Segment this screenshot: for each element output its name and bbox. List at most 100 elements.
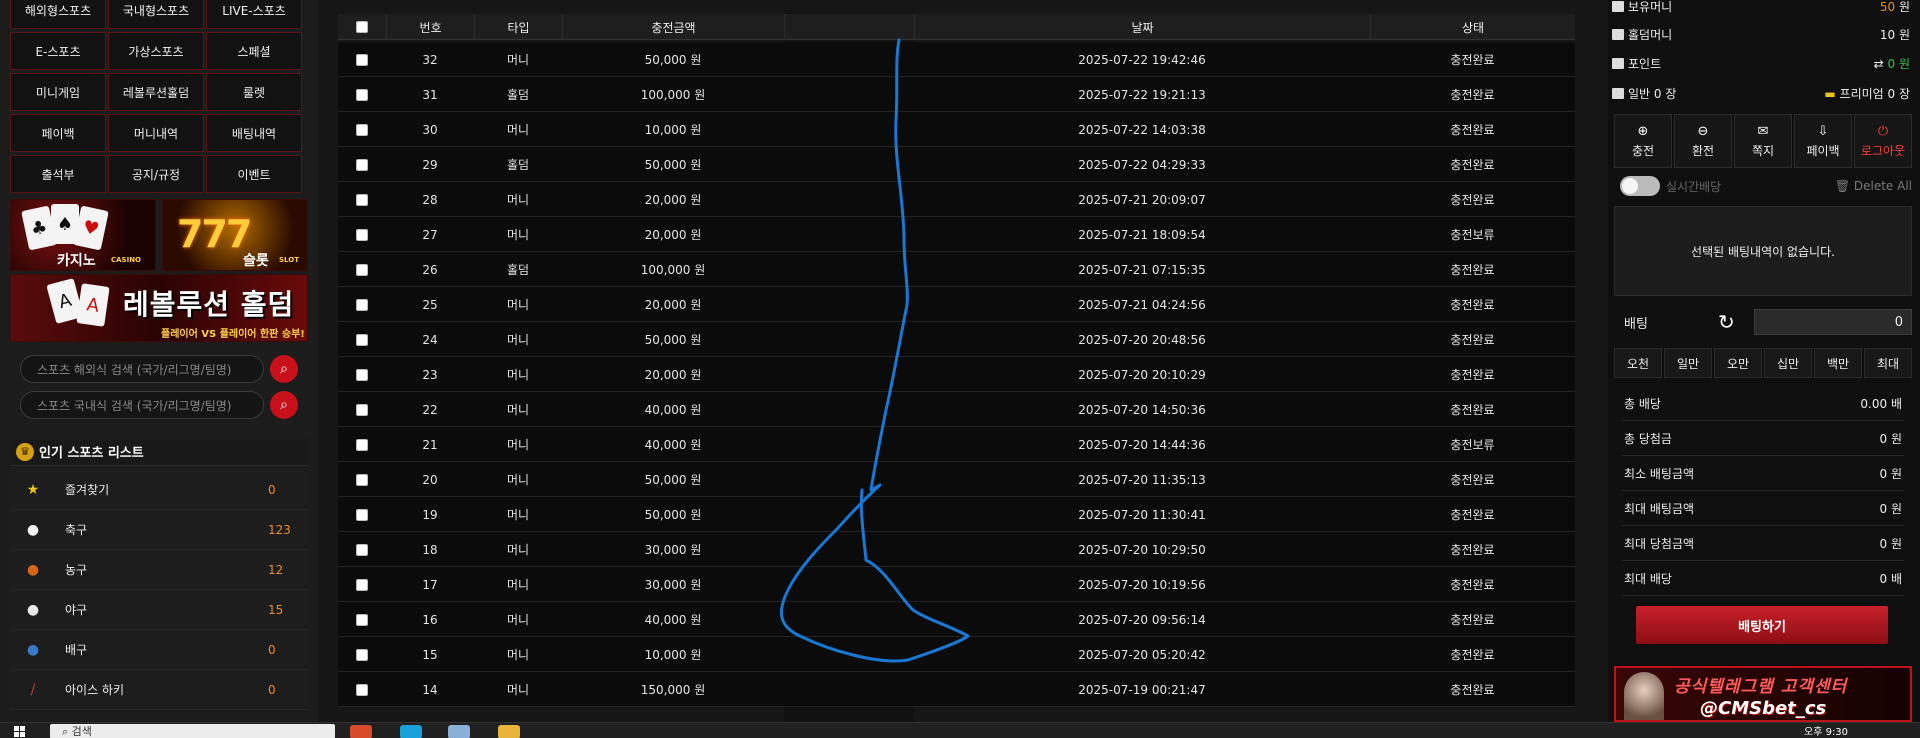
ticket-normal: 일반 0 장 [1628,86,1677,101]
menu-button[interactable]: 미니게임 [10,73,106,111]
customer-service-banner[interactable]: 공식텔레그램 고객센터 @CMSbet_cs [1614,666,1912,722]
money-unit: 원 [1898,0,1910,14]
menu-button[interactable]: 출석부 [10,155,106,193]
overseas-search-input[interactable]: 스포츠 해외식 검색 (국가/리그명/팀명) [20,355,264,383]
action-button[interactable]: ⏻ 로그아웃 [1854,114,1912,168]
holdem-money-value: 10 원 [1879,27,1910,42]
menu-button[interactable]: 머니내역 [108,114,204,152]
row-checkbox[interactable] [356,263,368,276]
select-cell [338,392,386,427]
place-bet-button[interactable]: 배팅하기 [1636,606,1888,644]
sport-item[interactable]: ● 배구 0 [10,630,308,670]
holdem-banner[interactable]: A A 레볼루션 홀덤 플레이어 VS 플레이어 한판 승부! [10,274,308,342]
menu-button[interactable]: 배팅내역 [206,114,302,152]
action-button[interactable]: ⇩ 페이백 [1794,114,1852,168]
menu-button[interactable]: E-스포츠 [10,32,106,70]
cell-date: 2025-07-20 09:56:14 [1078,612,1206,627]
slot-banner[interactable]: 777 슬롯 SLOT [162,199,308,271]
row-checkbox[interactable] [356,473,368,486]
sport-item[interactable]: ● 야구 15 [10,590,308,630]
menu-button[interactable]: LIVE-스포츠 [206,0,302,29]
row-checkbox[interactable] [356,53,368,66]
row-checkbox[interactable] [356,123,368,136]
search-icon[interactable]: ⌕ [270,355,298,383]
point-value: 0 원 [1887,56,1911,71]
row-checkbox[interactable] [356,438,368,451]
realtime-odds-label: 실시간배당 [1666,179,1722,194]
quick-amount-button[interactable]: 오천 [1614,348,1662,378]
sport-item[interactable]: / 아이스 하키 0 [10,670,308,710]
edge-icon[interactable] [400,725,422,738]
cell-date: 2025-07-20 14:44:36 [1078,437,1206,452]
point-value-wrap[interactable]: ⇄ 0 원 [1874,55,1910,72]
realtime-odds-row: 실시간배당 🗑 Delete All [1620,176,1912,196]
cell-status: 충전완료 [1450,613,1495,627]
ticket-premium-wrap: ▬ 프리미엄 0 장 [1824,85,1910,102]
sport-name: 즐겨찾기 [65,483,110,497]
action-button[interactable]: ⊖ 환전 [1674,114,1732,168]
row-checkbox[interactable] [356,508,368,521]
quick-amount-button[interactable]: 최대 [1864,348,1912,378]
realtime-odds-toggle[interactable] [1620,176,1660,196]
bet-amount-input[interactable]: 0 [1754,309,1912,335]
cell-status: 충전완료 [1450,648,1495,662]
cell-no: 18 [422,542,438,557]
withdraw-icon: ⊖ [1697,123,1709,139]
sport-item[interactable]: ● 축구 123 [10,510,308,550]
slot-subtitle: SLOT [279,256,299,264]
row-checkbox[interactable] [356,543,368,556]
sport-item[interactable]: ★ 즐겨찾기 0 [10,470,308,510]
select-all-checkbox[interactable] [356,21,368,33]
select-cell [338,322,386,357]
menu-button[interactable]: 스페셜 [206,32,302,70]
deposit-icon: ⊕ [1637,123,1649,139]
menu-button[interactable]: 국내형스포츠 [108,0,204,29]
taskbar-search[interactable]: ⌕ 검색 [50,724,335,738]
menu-button[interactable]: 공지/규정 [108,155,204,193]
row-checkbox[interactable] [356,683,368,696]
app-icon[interactable] [448,725,470,738]
row-checkbox[interactable] [356,368,368,381]
quick-amount-button[interactable]: 백만 [1814,348,1862,378]
select-cell [338,77,386,112]
delete-all-button[interactable]: 🗑 Delete All [1835,179,1912,193]
quick-amount-button[interactable]: 오만 [1714,348,1762,378]
cell-amount: 20,000 원 [644,368,702,382]
domestic-search-input[interactable]: 스포츠 국내식 검색 (국가/리그명/팀명) [20,391,264,419]
row-checkbox[interactable] [356,193,368,206]
row-checkbox[interactable] [356,648,368,661]
menu-button[interactable]: 가상스포츠 [108,32,204,70]
menu-button[interactable]: 이벤트 [206,155,302,193]
row-checkbox[interactable] [356,228,368,241]
row-checkbox[interactable] [356,158,368,171]
menu-button[interactable]: 페이백 [10,114,106,152]
menu-button[interactable]: 해외형스포츠 [10,0,106,29]
page-root: 해외형스포츠 국내형스포츠 LIVE-스포츠 E-스포츠 가상스포츠 스페셜미니게임 레볼루… [0,0,1920,738]
chrome-icon[interactable] [350,725,372,738]
search-icon[interactable]: ⌕ [270,391,298,419]
cell-status: 충전완료 [1450,403,1495,417]
row-checkbox[interactable] [356,403,368,416]
quick-amount-button[interactable]: 일만 [1664,348,1712,378]
cell-type: 머니 [506,648,530,662]
row-checkbox[interactable] [356,578,368,591]
menu-button[interactable]: 레볼루션홀덤 [108,73,204,111]
row-checkbox[interactable] [356,88,368,101]
row-checkbox[interactable] [356,333,368,346]
quick-amount-buttons: 오천 일만 오만 십만 백만 최대 [1614,348,1912,378]
quick-amount-button[interactable]: 십만 [1764,348,1812,378]
action-button[interactable]: ✉ 쪽지 [1734,114,1792,168]
refresh-icon[interactable]: ↻ [1718,310,1735,334]
cell-date: 2025-07-20 14:50:36 [1078,402,1206,417]
row-checkbox[interactable] [356,298,368,311]
action-button[interactable]: ⊕ 충전 [1614,114,1672,168]
action-label: 페이백 [1806,143,1840,158]
sport-item[interactable]: ● 농구 12 [10,550,308,590]
folder-icon[interactable] [498,725,520,738]
casino-banner[interactable]: ♣ ♠ ♥ 카지노 CASINO [10,199,156,271]
row-checkbox[interactable] [356,613,368,626]
windows-start-icon[interactable] [14,726,26,738]
menu-button[interactable]: 룰렛 [206,73,302,111]
wallet-icon [1612,0,1624,12]
slot-title: 슬롯 [243,253,269,269]
